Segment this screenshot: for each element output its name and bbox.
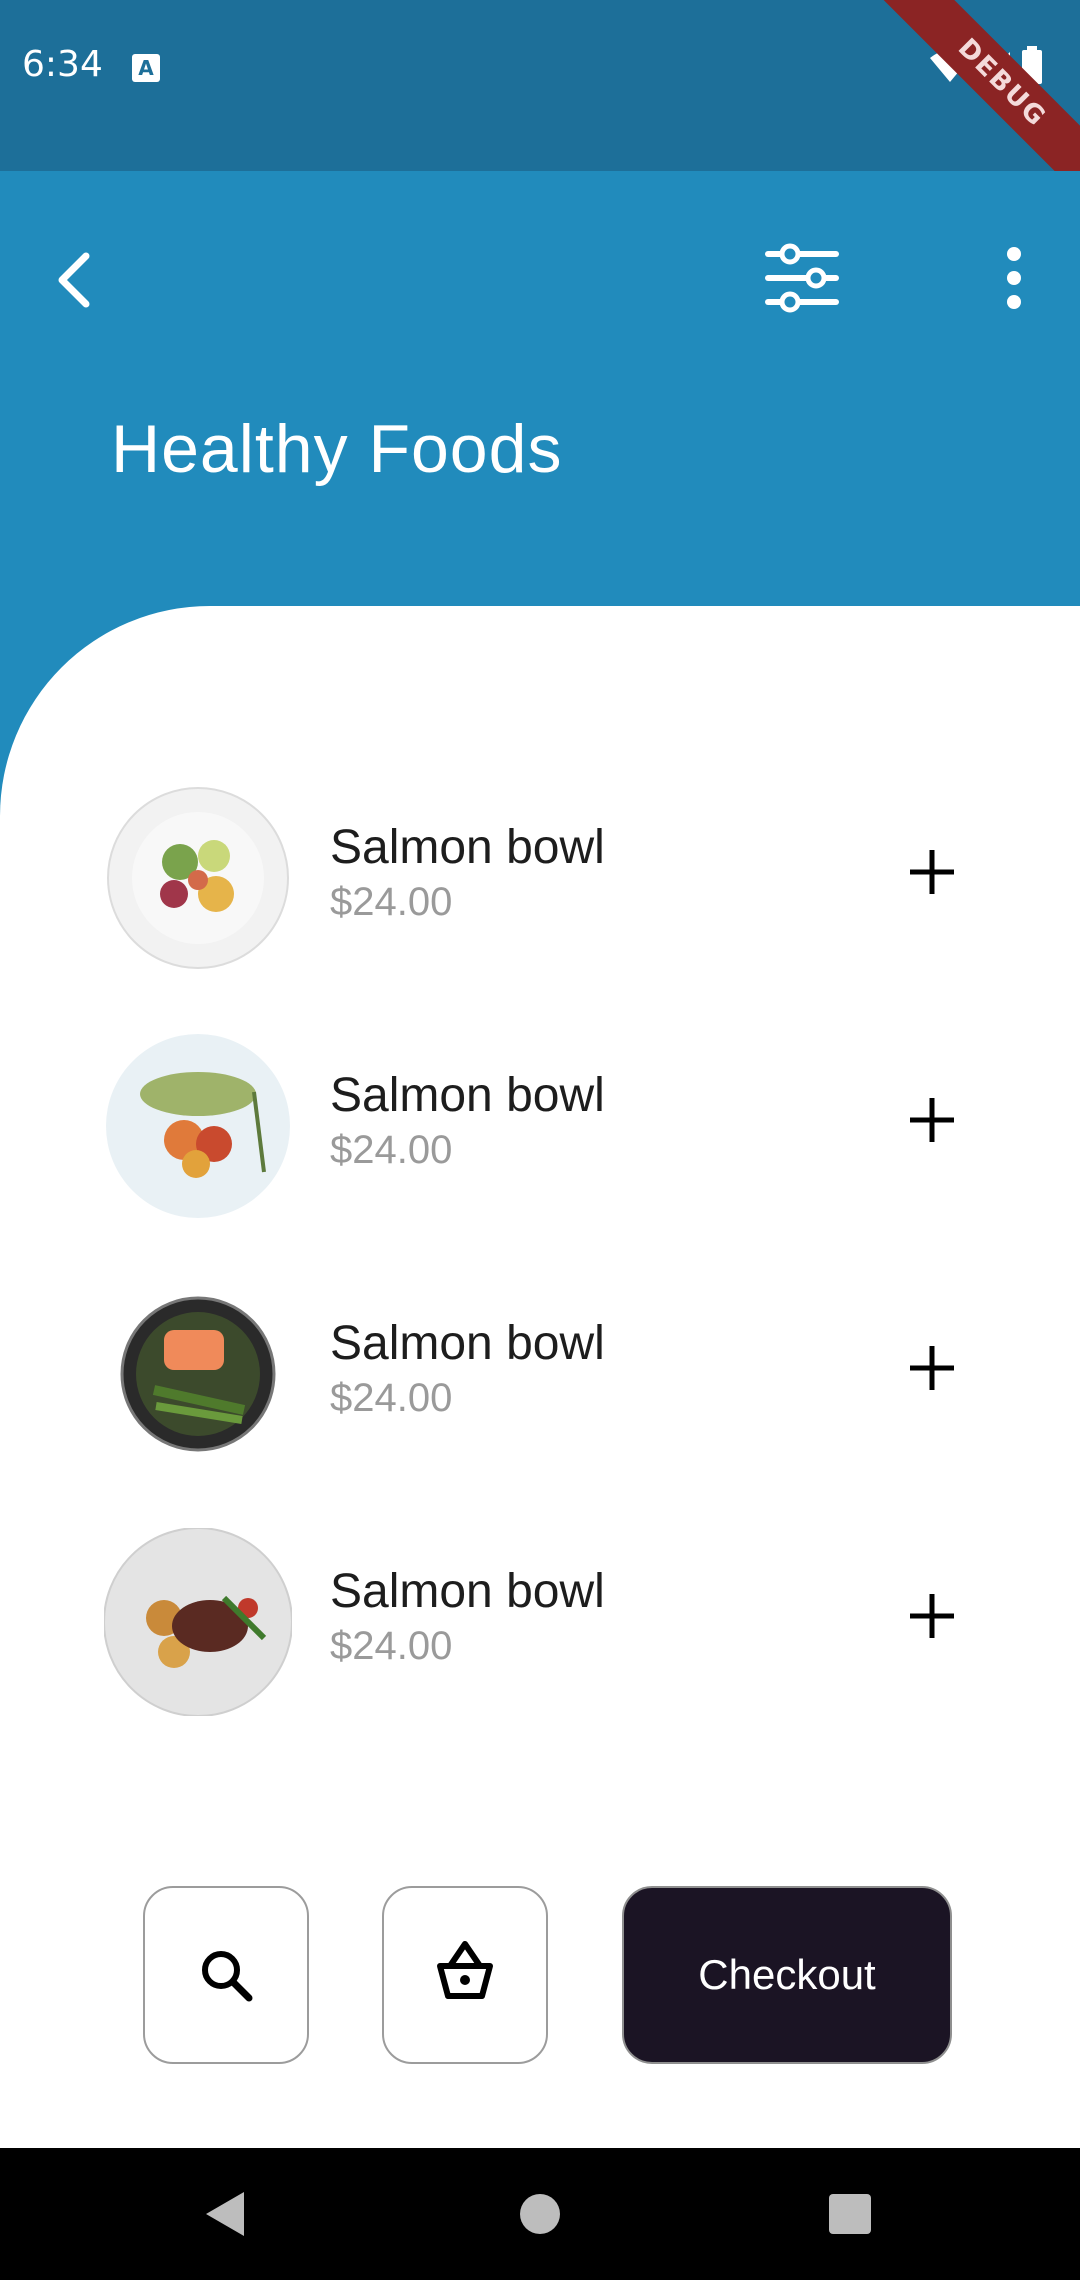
food-image xyxy=(120,1296,276,1452)
home-nav-icon xyxy=(520,2194,560,2234)
page-title: Healthy Foods xyxy=(111,411,563,487)
food-name: Salmon bowl xyxy=(330,821,605,874)
food-name: Salmon bowl xyxy=(330,1565,605,1618)
plus-icon xyxy=(910,1098,954,1142)
food-item[interactable]: Salmon bowl $24.00 xyxy=(0,1266,1080,1466)
sliders-icon xyxy=(765,243,839,313)
chevron-left-icon xyxy=(58,252,90,308)
food-name: Salmon bowl xyxy=(330,1069,605,1122)
more-button[interactable] xyxy=(994,240,1034,316)
food-image xyxy=(104,1528,292,1716)
food-price: $24.00 xyxy=(330,880,453,924)
search-button[interactable] xyxy=(143,1886,309,2064)
bottom-action-bar: Checkout xyxy=(0,1886,1080,2066)
checkout-button[interactable]: Checkout xyxy=(622,1886,952,2064)
header xyxy=(0,171,1080,606)
add-button[interactable] xyxy=(900,1088,964,1152)
food-item[interactable]: Salmon bowl $24.00 xyxy=(0,1018,1080,1218)
status-time: 6:34 xyxy=(22,44,103,85)
basket-button[interactable] xyxy=(382,1886,548,2064)
food-price: $24.00 xyxy=(330,1624,453,1668)
plus-icon xyxy=(910,1594,954,1638)
status-bar: 6:34 A DEBUG xyxy=(0,0,1080,207)
add-button[interactable] xyxy=(900,840,964,904)
add-button[interactable] xyxy=(900,1584,964,1648)
plus-icon xyxy=(910,1346,954,1390)
search-icon xyxy=(202,1951,253,2002)
food-item[interactable]: Salmon bowl $24.00 xyxy=(0,1514,1080,1716)
recents-nav-icon xyxy=(829,2194,871,2234)
system-nav-bar xyxy=(0,2148,1080,2280)
plus-icon xyxy=(910,850,954,894)
food-item[interactable]: Salmon bowl $24.00 xyxy=(0,770,1080,970)
back-nav-icon xyxy=(206,2192,244,2236)
back-button[interactable] xyxy=(46,240,106,320)
food-image xyxy=(107,787,289,969)
food-price: $24.00 xyxy=(330,1128,453,1172)
food-price: $24.00 xyxy=(330,1376,453,1420)
more-vertical-icon xyxy=(1007,247,1021,309)
food-image xyxy=(106,1034,290,1218)
food-name: Salmon bowl xyxy=(330,1317,605,1370)
filter-button[interactable] xyxy=(764,240,840,316)
add-button[interactable] xyxy=(900,1336,964,1400)
basket-icon xyxy=(437,1941,493,1999)
a-icon: A xyxy=(132,54,160,82)
